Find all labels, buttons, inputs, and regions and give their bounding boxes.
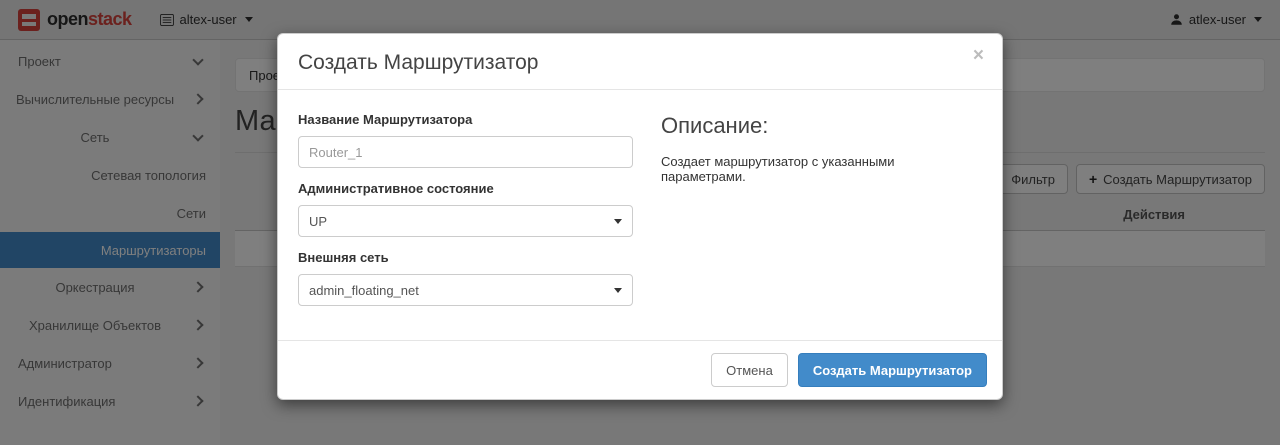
router-name-label: Название Маршрутизатора xyxy=(298,112,633,127)
cancel-button[interactable]: Отмена xyxy=(711,353,788,387)
router-name-field-group: Название Маршрутизатора xyxy=(298,112,633,168)
external-network-select[interactable]: admin_floating_net xyxy=(298,274,633,306)
description-title: Описание: xyxy=(661,113,982,139)
modal-footer: Отмена Создать Маршрутизатор xyxy=(278,340,1002,399)
create-router-submit-button[interactable]: Создать Маршрутизатор xyxy=(798,353,987,387)
admin-state-field-group: Административное состояние UP xyxy=(298,181,633,237)
external-network-selected-value: admin_floating_net xyxy=(309,283,419,298)
admin-state-selected-value: UP xyxy=(309,214,327,229)
admin-state-select[interactable]: UP xyxy=(298,205,633,237)
modal-title: Создать Маршрутизатор xyxy=(298,51,982,75)
modal-description: Описание: Создает маршрутизатор с указан… xyxy=(633,103,982,319)
admin-state-label: Административное состояние xyxy=(298,181,633,196)
router-name-input[interactable] xyxy=(298,136,633,168)
caret-down-icon xyxy=(614,219,622,224)
router-form: Название Маршрутизатора Административное… xyxy=(298,103,633,319)
external-network-field-group: Внешняя сеть admin_floating_net xyxy=(298,250,633,306)
modal-body: Название Маршрутизатора Административное… xyxy=(278,90,1002,319)
application-window: openstack altex-user atlex-user Проект В… xyxy=(0,0,1280,445)
modal-header: Создать Маршрутизатор × xyxy=(278,34,1002,90)
description-text: Создает маршрутизатор с указанными парам… xyxy=(661,154,982,184)
external-network-label: Внешняя сеть xyxy=(298,250,633,265)
caret-down-icon xyxy=(614,288,622,293)
close-icon[interactable]: × xyxy=(973,46,984,65)
create-router-modal: Создать Маршрутизатор × Название Маршрут… xyxy=(277,33,1003,400)
